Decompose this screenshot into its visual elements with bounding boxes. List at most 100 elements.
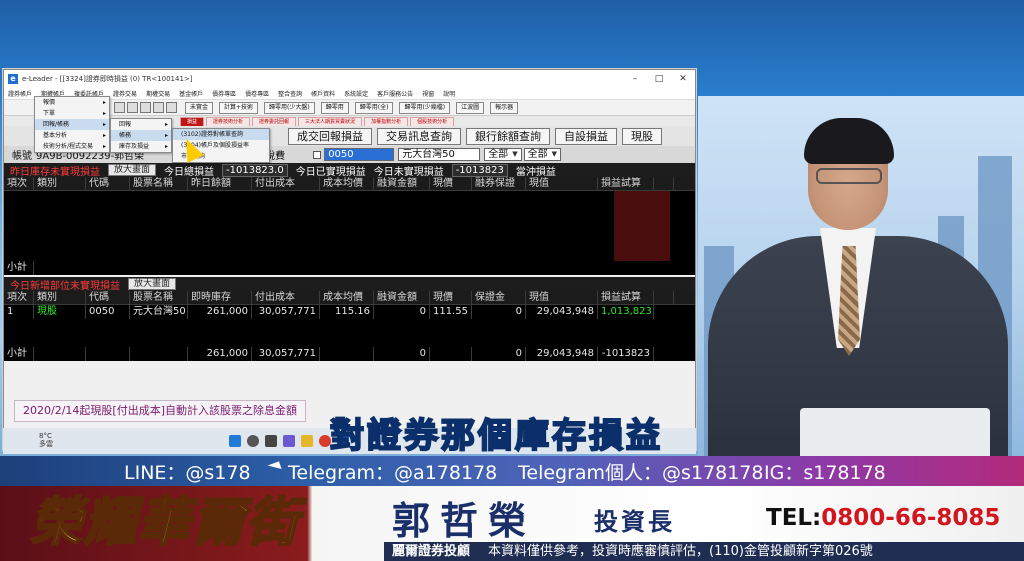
column-header[interactable]: 項次 <box>4 177 34 190</box>
column-header[interactable]: 付出成本 <box>252 177 320 190</box>
subtotal-deposit: 0 <box>472 347 526 361</box>
cash-stock-button[interactable]: 現股 <box>622 127 662 145</box>
menu-account-info[interactable]: 帳戶資料 <box>311 89 335 98</box>
section1-zoom-button[interactable]: 放大畫面 <box>108 164 157 176</box>
maximize-button[interactable]: □ <box>647 74 671 84</box>
taskview-icon[interactable] <box>265 435 277 447</box>
toolbar-button[interactable]: 計算+技術 <box>219 101 259 114</box>
column-header[interactable]: 股票名稱 <box>130 177 188 190</box>
folder-icon[interactable] <box>301 435 313 447</box>
column-header[interactable]: 損益試算 <box>598 291 654 304</box>
tab-institutional[interactable]: 三大法人期貨買賣狀況 <box>298 117 363 126</box>
toolbar-button[interactable]: 歸零用(少幾檔) <box>399 101 451 114</box>
menu-item-quote[interactable]: 報價 ▸ <box>35 97 109 108</box>
menu-bond-zone[interactable]: 債券專區 <box>212 89 236 98</box>
tab-technical[interactable]: 證券技術分析 <box>206 117 251 126</box>
tab-stock-technical[interactable]: 個股技術分析 <box>410 117 455 126</box>
minimize-button[interactable]: – <box>623 74 647 84</box>
section1-subtotal-row: 小計 <box>4 261 695 275</box>
toolbar-icon[interactable] <box>127 102 138 113</box>
menu-integrated-query[interactable]: 整合查詢 <box>278 89 302 98</box>
column-header[interactable]: 損益試算 <box>598 177 654 190</box>
column-header[interactable]: 付出成本 <box>252 291 320 304</box>
toolbar-icon[interactable] <box>140 102 151 113</box>
menu-bond-zone-2[interactable]: 債卷專區 <box>245 89 269 98</box>
phone-prefix: TEL: <box>766 505 822 531</box>
column-header[interactable]: 融資金額 <box>374 291 430 304</box>
toolbar-icon[interactable] <box>153 102 164 113</box>
column-header[interactable]: 類別 <box>34 177 86 190</box>
cell-value: 29,043,948 <box>526 305 598 319</box>
scrollbar[interactable] <box>654 177 674 190</box>
custom-pnl-button[interactable]: 自設損益 <box>555 127 617 145</box>
stock-name-field[interactable]: 元大台灣50 <box>398 148 481 161</box>
column-header[interactable]: 昨日餘額 <box>188 177 252 190</box>
scrollbar[interactable] <box>654 291 674 304</box>
code-checkbox[interactable] <box>313 150 322 159</box>
close-button[interactable]: ✕ <box>671 74 695 84</box>
menu-item-account[interactable]: 帳務 ▸ <box>111 130 171 141</box>
toolbar-icon[interactable] <box>166 102 177 113</box>
column-header[interactable]: 保證金 <box>472 291 526 304</box>
menu-help[interactable]: 說明 <box>443 89 455 98</box>
column-header[interactable]: 成本均價 <box>320 177 374 190</box>
column-header[interactable]: 現價 <box>430 177 472 190</box>
column-header[interactable]: 類別 <box>34 291 86 304</box>
menu-item-order[interactable]: 下單 ▸ <box>35 108 109 119</box>
toolbar-icon[interactable] <box>114 102 125 113</box>
filter-select-2-value: 全部 <box>527 149 548 160</box>
telegram-icon <box>267 461 285 481</box>
menu-item-technical[interactable]: 技術分析/程式交易 ▸ <box>35 141 109 152</box>
menu-securities-account[interactable]: 證券帳戶 <box>8 89 32 98</box>
table-row[interactable]: 1 現股 0050 元大台灣50 261,000 30,057,771 115.… <box>4 305 695 319</box>
column-header[interactable]: 現價 <box>430 291 472 304</box>
menu-customer-service[interactable]: 客戶服務公告 <box>377 89 413 98</box>
column-header[interactable]: 代碼 <box>86 291 130 304</box>
menu-window[interactable]: 視窗 <box>422 89 434 98</box>
bank-balance-button[interactable]: 銀行餘額查詢 <box>466 127 550 145</box>
toolbar-button[interactable]: 歸零用(全) <box>354 101 394 114</box>
chevron-right-icon: ▸ <box>164 143 168 150</box>
menu-fund-account[interactable]: 基金帳戶 <box>179 89 203 98</box>
toolbar-button[interactable]: 未實金 <box>185 101 214 114</box>
column-header[interactable]: 融券保證 <box>472 177 526 190</box>
column-header[interactable]: 現值 <box>526 291 598 304</box>
tab-order-report[interactable]: 證券委託回報 <box>252 117 297 126</box>
section2-zoom-button[interactable]: 放大畫面 <box>128 278 177 290</box>
column-header[interactable]: 代碼 <box>86 177 130 190</box>
column-header[interactable]: 成本均價 <box>320 291 374 304</box>
trade-message-button[interactable]: 交易訊息查詢 <box>377 127 461 145</box>
menu-securities-trade[interactable]: 證券交易 <box>113 89 137 98</box>
menu-item-inventory-pnl[interactable]: 庫存及損益 ▸ <box>111 141 171 152</box>
filter-select-2[interactable]: 全部 ▼ <box>523 148 561 161</box>
code-input[interactable]: 0050 <box>324 148 395 161</box>
menu-futures-trade[interactable]: 期權交易 <box>146 89 170 98</box>
start-icon[interactable] <box>229 435 241 447</box>
toolbar-button[interactable]: 報示器 <box>490 101 519 114</box>
menu-item-report[interactable]: 回報 ▸ <box>111 119 171 130</box>
column-header[interactable]: 項次 <box>4 291 34 304</box>
column-header[interactable]: 融資金額 <box>374 177 430 190</box>
trade-report-pnl-button[interactable]: 成交回報損益 <box>288 127 372 145</box>
tab-index-analysis[interactable]: 加權指數分析 <box>364 117 409 126</box>
column-header[interactable]: 股票名稱 <box>130 291 188 304</box>
cell-pnl: 1,013,823 <box>598 305 654 319</box>
menu-item-fundamental[interactable]: 基本分析 ▸ <box>35 130 109 141</box>
weather-widget[interactable]: 8°C 多雲 <box>39 432 53 448</box>
empty-cell <box>86 347 130 361</box>
section2-empty-body <box>4 319 695 347</box>
menu-system-settings[interactable]: 系統設定 <box>344 89 368 98</box>
toolbar-button[interactable]: 歸零用 <box>320 101 349 114</box>
search-icon[interactable] <box>247 435 259 447</box>
section2-grid: 項次 類別 代碼 股票名稱 即時庫存 付出成本 成本均價 融資金額 現價 保證金… <box>4 291 695 361</box>
chat-icon[interactable] <box>283 435 295 447</box>
tab-pnl[interactable]: 損益 <box>180 117 205 126</box>
toolbar-button[interactable]: 歸零用(少大盤) <box>264 101 315 114</box>
window-title: e-Leader - [[3324]證券即時損益 (0) TR<100141>] <box>22 74 193 83</box>
menu-item-report-account[interactable]: 回報/帳務 ▸ <box>35 119 109 130</box>
column-header[interactable]: 即時庫存 <box>188 291 252 304</box>
menu-item-account-label: 帳務 <box>119 132 132 139</box>
column-header[interactable]: 現值 <box>526 177 598 190</box>
filter-select-1[interactable]: 全部 ▼ <box>484 148 522 161</box>
toolbar-button[interactable]: 江波圖 <box>456 101 485 114</box>
